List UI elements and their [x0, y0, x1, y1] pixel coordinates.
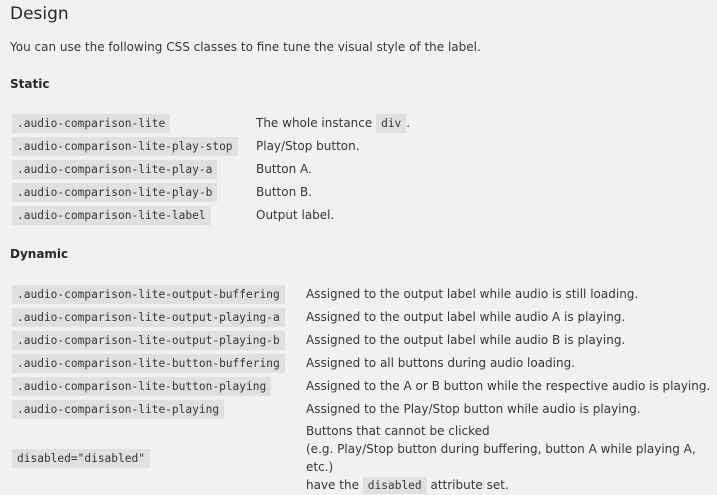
class-description: Assigned to the Play/Stop button while a…: [306, 401, 641, 416]
css-class-code: .audio-comparison-lite-label: [12, 205, 211, 225]
table-row: .audio-comparison-lite-play-a Button A.: [12, 157, 410, 180]
table-row: .audio-comparison-lite-output-playing-b …: [12, 328, 717, 351]
css-class-code: .audio-comparison-lite-play-a: [12, 159, 218, 179]
static-heading: Static: [10, 77, 50, 91]
class-description: Assigned to the output label while audio…: [306, 309, 626, 324]
table-row: .audio-comparison-lite-play-stop Play/St…: [12, 134, 410, 157]
table-row: .audio-comparison-lite-label Output labe…: [12, 203, 410, 226]
inline-code: disabled: [362, 477, 427, 494]
class-description: The whole instance div.: [256, 111, 410, 134]
class-description: Assigned to the output label while audio…: [306, 332, 626, 347]
class-description: Assigned to all buttons during audio loa…: [306, 355, 576, 370]
class-description: Assigned to the A or B button while the …: [306, 378, 711, 393]
table-row: .audio-comparison-lite-button-buffering …: [12, 351, 717, 374]
css-class-code: .audio-comparison-lite: [12, 113, 171, 133]
css-class-code: .audio-comparison-lite-play-b: [12, 182, 218, 202]
class-description: Assigned to the output label while audio…: [306, 286, 639, 301]
class-description: Play/Stop button.: [256, 138, 360, 153]
static-classes-table: .audio-comparison-lite The whole instanc…: [12, 111, 410, 226]
css-class-code: .audio-comparison-lite-play-stop: [12, 136, 238, 156]
dynamic-heading: Dynamic: [10, 247, 69, 261]
inline-code: div: [376, 113, 407, 133]
class-description: Button B.: [256, 184, 313, 199]
dynamic-classes-table: .audio-comparison-lite-output-buffering …: [12, 282, 717, 495]
table-row: .audio-comparison-lite-playing Assigned …: [12, 397, 717, 420]
css-class-code: .audio-comparison-lite-output-buffering: [12, 284, 285, 304]
class-description: Output label.: [256, 207, 335, 222]
section-intro: You can use the following CSS classes to…: [10, 40, 481, 54]
css-class-code: .audio-comparison-lite-button-playing: [12, 376, 272, 396]
section-title: Design: [10, 4, 69, 24]
table-row: .audio-comparison-lite-button-playing As…: [12, 374, 717, 397]
table-row: .audio-comparison-lite The whole instanc…: [12, 111, 410, 134]
class-description: Button A.: [256, 161, 312, 176]
css-class-code: .audio-comparison-lite-output-playing-a: [12, 307, 285, 327]
css-class-code: .audio-comparison-lite-output-playing-b: [12, 330, 285, 350]
css-class-code: disabled="disabled": [12, 448, 150, 468]
table-row: .audio-comparison-lite-output-buffering …: [12, 282, 717, 305]
table-row: .audio-comparison-lite-play-b Button B.: [12, 180, 410, 203]
table-row: .audio-comparison-lite-output-playing-a …: [12, 305, 717, 328]
css-class-code: .audio-comparison-lite-playing: [12, 399, 225, 419]
css-class-code: .audio-comparison-lite-button-buffering: [12, 353, 285, 373]
